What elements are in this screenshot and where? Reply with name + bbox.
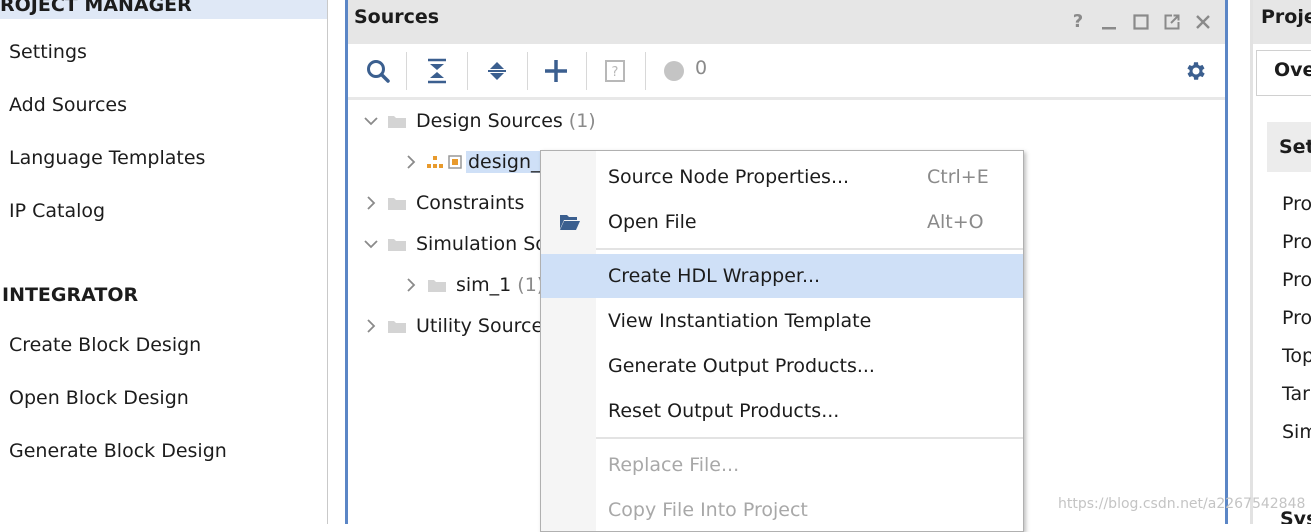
folder-icon [388, 239, 406, 251]
tree-label: sim_1 [456, 274, 512, 296]
settings-gear-icon[interactable] [1180, 56, 1210, 86]
nav-create-block-design[interactable]: Create Block Design [9, 333, 201, 357]
summary-row: Tar [1282, 383, 1310, 405]
menu-item-label: View Instantiation Template [608, 310, 872, 332]
folder-icon [388, 198, 406, 210]
tree-sim-1[interactable]: sim_1 (1) [404, 271, 544, 299]
minimize-icon[interactable] [1099, 12, 1119, 32]
summary-row: Top [1282, 345, 1311, 367]
summary-row: Pro [1282, 307, 1311, 329]
chevron-down-icon[interactable] [364, 114, 378, 128]
summary-row: Pro [1282, 269, 1311, 291]
menu-item-replace-file: Replace File... [541, 443, 1023, 487]
tree-count: (1) [568, 110, 596, 132]
project-summary-titlebar: Proje [1253, 0, 1311, 44]
nav-ip-catalog[interactable]: IP Catalog [9, 199, 105, 223]
menu-item-create-hdl-wrapper[interactable]: Create HDL Wrapper... [541, 254, 1023, 298]
toolbar-separator [467, 52, 468, 90]
tab-label: Ove [1274, 59, 1311, 81]
status-count: 0 [695, 57, 708, 79]
svg-text:?: ? [612, 65, 619, 80]
folder-icon [428, 280, 446, 292]
block-square-icon [448, 155, 462, 169]
sources-toolbar: ? 0 [348, 44, 1225, 100]
tree-simulation-sources[interactable]: Simulation So [364, 230, 547, 258]
float-icon[interactable] [1162, 12, 1182, 32]
context-menu: Source Node Properties... Ctrl+E Open Fi… [540, 150, 1024, 532]
menu-item-label: Reset Output Products... [608, 400, 840, 422]
menu-item-open-file[interactable]: Open File Alt+O [541, 200, 1023, 244]
expand-all-icon[interactable] [482, 56, 512, 86]
settings-section-header[interactable]: Set [1267, 122, 1311, 172]
menu-item-label: Open File [608, 211, 697, 233]
menu-item-label: Replace File... [608, 454, 740, 476]
nav-language-templates[interactable]: Language Templates [9, 146, 205, 170]
close-icon[interactable] [1193, 12, 1213, 32]
block-design-icon [427, 156, 443, 168]
menu-item-source-node-properties[interactable]: Source Node Properties... Ctrl+E [541, 155, 1023, 199]
tree-design-sources[interactable]: Design Sources (1) [364, 107, 596, 135]
flow-navigator: ROJECT MANAGER Settings Add Sources Lang… [0, 0, 328, 524]
toolbar-separator [527, 52, 528, 90]
add-icon[interactable] [541, 56, 571, 86]
watermark-text: https://blog.csdn.net/a2267542848 [1058, 496, 1306, 512]
chevron-right-icon[interactable] [404, 278, 418, 292]
sources-titlebar: Sources ? [348, 0, 1225, 44]
menu-item-reset-output-products[interactable]: Reset Output Products... [541, 389, 1023, 433]
project-manager-header[interactable]: ROJECT MANAGER [0, 0, 327, 19]
tree-utility-sources[interactable]: Utility Source [364, 312, 543, 340]
collapse-all-icon[interactable] [422, 56, 452, 86]
section-label: Set [1279, 136, 1311, 158]
maximize-icon[interactable] [1131, 12, 1151, 32]
menu-item-shortcut: Ctrl+E [927, 166, 989, 188]
nav-add-sources[interactable]: Add Sources [9, 93, 127, 117]
ip-integrator-header[interactable]: INTEGRATOR [0, 282, 138, 309]
project-summary-title: Proje [1261, 6, 1311, 28]
menu-item-label: Generate Output Products... [608, 355, 875, 377]
chevron-down-icon[interactable] [364, 237, 378, 251]
open-folder-icon [560, 215, 580, 230]
help-icon[interactable]: ? [1068, 12, 1088, 32]
nav-settings[interactable]: Settings [9, 40, 87, 64]
toolbar-separator [645, 52, 646, 90]
nav-open-block-design[interactable]: Open Block Design [9, 386, 189, 410]
menu-item-view-instantiation-template[interactable]: View Instantiation Template [541, 299, 1023, 343]
tree-label: Utility Source [416, 315, 544, 337]
summary-row: Pro [1282, 193, 1311, 215]
folder-icon [388, 321, 406, 333]
chevron-right-icon[interactable] [404, 155, 418, 169]
folder-icon [388, 116, 406, 128]
menu-item-shortcut: Alt+O [927, 211, 984, 233]
sources-title: Sources [354, 6, 440, 28]
summary-row: Sim [1282, 421, 1311, 443]
tab-overview[interactable]: Ove [1256, 50, 1311, 96]
menu-item-label: Copy File Into Project [608, 499, 808, 521]
menu-separator [596, 437, 1023, 439]
menu-item-copy-file-into-project: Copy File Into Project [541, 488, 1023, 532]
summary-row: Pro [1282, 231, 1311, 253]
menu-separator [596, 248, 1023, 250]
menu-item-label: Source Node Properties... [608, 166, 850, 188]
toolbar-separator [406, 52, 407, 90]
tree-constraints[interactable]: Constraints [364, 189, 524, 217]
search-icon[interactable] [363, 56, 393, 86]
tree-label: Simulation So [416, 233, 547, 255]
tree-label: Constraints [416, 192, 525, 214]
menu-item-generate-output-products[interactable]: Generate Output Products... [541, 344, 1023, 388]
properties-icon[interactable]: ? [600, 56, 630, 86]
project-summary-panel: Proje Ove Set Pro Pro Pro Pro Top Tar Si… [1250, 0, 1311, 524]
toolbar-separator [586, 52, 587, 90]
chevron-right-icon[interactable] [364, 196, 378, 210]
tree-label: Design Sources [416, 110, 563, 132]
chevron-right-icon[interactable] [364, 319, 378, 333]
menu-item-label: Create HDL Wrapper... [608, 265, 821, 287]
status-dot-icon [659, 56, 689, 86]
nav-generate-block-design[interactable]: Generate Block Design [9, 439, 227, 463]
